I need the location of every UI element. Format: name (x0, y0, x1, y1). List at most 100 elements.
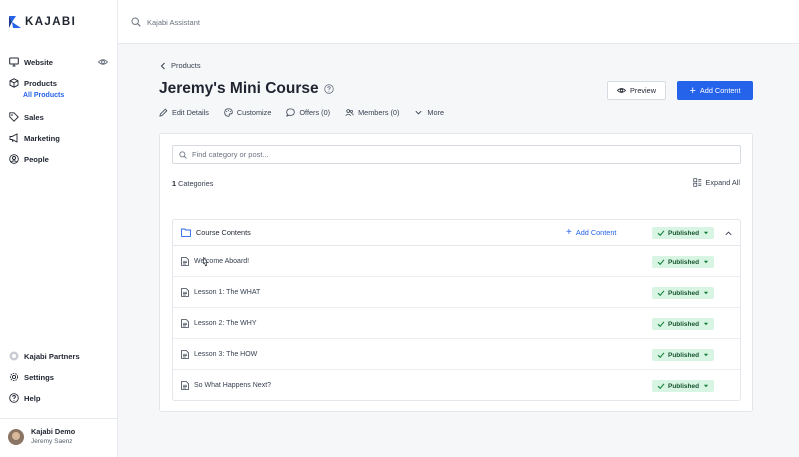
content-card: 1 Categories Expand All Course Contents … (159, 133, 753, 412)
category-count: 1 Categories (172, 179, 213, 188)
sidebar-item-label: Website (24, 57, 53, 67)
help-circle-icon[interactable] (323, 84, 334, 94)
check-icon (657, 259, 665, 266)
category-search-input[interactable] (192, 150, 712, 159)
expand-grid-icon (692, 178, 701, 187)
preview-button[interactable]: Preview (607, 81, 666, 100)
chevron-down-icon (415, 110, 422, 115)
page-title: Jeremy's Mini Course (159, 80, 334, 98)
sidebar-item-settings[interactable]: Settings (8, 370, 108, 384)
person-circle-icon (8, 154, 19, 165)
category-header[interactable]: Course Contents + Add Content Published (173, 220, 740, 246)
kajabi-logo-icon (9, 16, 21, 28)
list-item[interactable]: Welcome Aboard! Published (173, 246, 740, 277)
sidebar-item-sales[interactable]: Sales (8, 110, 108, 124)
list-item[interactable]: Lesson 1: The WHAT Published (173, 277, 740, 308)
tab-more[interactable]: More (414, 108, 444, 117)
expand-all-button[interactable]: Expand All (692, 178, 740, 187)
preview-label: Preview (630, 86, 656, 95)
status-badge[interactable]: Published (652, 227, 715, 239)
tab-label: More (427, 108, 445, 117)
search-icon (179, 150, 187, 159)
eye-icon[interactable] (97, 57, 109, 67)
status-label: Published (668, 351, 700, 359)
check-icon (657, 290, 665, 297)
category-title: Course Contents (196, 228, 251, 237)
user-name: Kajabi Demo (31, 427, 76, 436)
user-info: Kajabi Demo Jeremy Saenz (31, 427, 75, 447)
check-icon (657, 321, 665, 328)
caret-down-icon (703, 353, 709, 357)
list-item[interactable]: So What Happens Next? Published (173, 370, 740, 401)
sidebar: KAJABI Website Products All Products Sal… (0, 0, 118, 457)
status-label: Published (668, 258, 700, 266)
add-content-label: Add Content (699, 86, 741, 95)
tab-label: Customize (236, 108, 272, 117)
sidebar-item-website[interactable]: Website (8, 55, 109, 69)
category-add-content-label: Add Content (575, 228, 617, 237)
category-count-label: Categories (176, 179, 214, 188)
tab-members[interactable]: Members (0) (345, 108, 399, 117)
category-search-field[interactable] (172, 145, 741, 164)
sidebar-item-marketing[interactable]: Marketing (8, 131, 108, 145)
sidebar-item-people[interactable]: People (8, 152, 108, 166)
tab-offers[interactable]: Offers (0) (286, 108, 330, 117)
kajabi-assistant-search[interactable]: Kajabi Assistant (131, 17, 200, 27)
category-add-content-button[interactable]: + Add Content (566, 228, 617, 238)
check-icon (657, 230, 665, 237)
status-badge[interactable]: Published (652, 287, 715, 299)
mouse-cursor-icon (203, 257, 209, 267)
post-title: Lesson 1: The WHAT (194, 288, 261, 296)
tag-icon (8, 112, 19, 123)
folder-icon (181, 228, 191, 237)
help-icon (8, 393, 19, 404)
monitor-icon (8, 57, 19, 68)
post-title: So What Happens Next? (194, 382, 272, 389)
search-icon (131, 17, 141, 27)
sidebar-subitem-all-products[interactable]: All Products (23, 90, 108, 102)
status-badge[interactable]: Published (652, 380, 715, 392)
caret-down-icon (703, 231, 709, 235)
status-badge[interactable]: Published (652, 349, 715, 361)
expand-all-label: Expand All (705, 178, 740, 187)
sidebar-item-kajabi-partners[interactable]: Kajabi Partners (8, 349, 108, 363)
palette-icon (224, 108, 233, 117)
chevron-left-icon (160, 62, 165, 69)
sidebar-item-products[interactable]: Products (8, 76, 108, 90)
document-icon (181, 349, 189, 359)
list-item[interactable]: Lesson 3: The HOW Published (173, 339, 740, 370)
document-icon (181, 381, 189, 390)
list-item[interactable]: Lesson 2: The WHY Published (173, 308, 740, 339)
back-label: Products (171, 61, 201, 70)
document-icon (181, 287, 189, 297)
back-to-products-link[interactable]: Products (159, 61, 201, 70)
megaphone-icon (8, 133, 19, 144)
category-course-contents: Course Contents + Add Content Published … (172, 219, 741, 401)
tab-label: Edit Details (172, 108, 209, 117)
pencil-icon (159, 108, 168, 117)
kajabi-logo[interactable]: KAJABI (9, 16, 76, 28)
status-badge[interactable]: Published (652, 318, 715, 330)
sidebar-item-help[interactable]: Help (8, 391, 108, 405)
check-icon (657, 352, 665, 359)
chat-icon (286, 108, 296, 117)
brand-name: KAJABI (25, 16, 77, 28)
sidebar-item-label: People (24, 154, 49, 164)
user-account[interactable]: Kajabi Demo Jeremy Saenz (0, 418, 118, 457)
chevron-up-icon[interactable] (724, 229, 733, 238)
sidebar-item-label: Products (24, 78, 57, 88)
add-content-button[interactable]: + Add Content (677, 81, 753, 100)
sidebar-item-label: Help (24, 393, 41, 403)
caret-down-icon (703, 322, 709, 326)
status-label: Published (668, 229, 700, 237)
caret-down-icon (703, 384, 709, 388)
status-badge[interactable]: Published (652, 256, 715, 268)
tab-customize[interactable]: Customize (224, 108, 271, 117)
sidebar-item-label: Sales (24, 112, 44, 122)
sidebar-nav: Website Products All Products Sales Mark… (8, 55, 109, 173)
status-label: Published (668, 320, 700, 328)
tab-edit-details[interactable]: Edit Details (159, 108, 209, 117)
product-tabs: Edit Details Customize Offers (0) Member… (159, 108, 459, 117)
status-label: Published (668, 289, 700, 297)
tab-label: Offers (0) (299, 108, 331, 117)
